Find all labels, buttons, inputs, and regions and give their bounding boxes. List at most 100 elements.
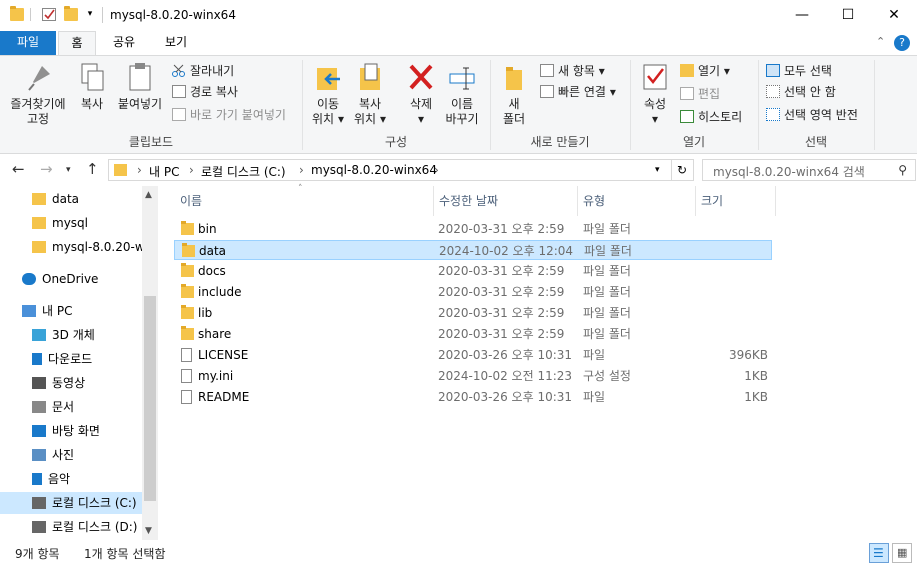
nav-item-label: 3D 개체 — [52, 328, 95, 342]
scroll-down-icon[interactable]: ▼ — [145, 526, 152, 536]
large-icons-view-button[interactable]: ▦ — [892, 543, 912, 563]
open-button[interactable]: 열기 ▾ — [680, 62, 730, 80]
nav-item[interactable]: 3D 개체 — [0, 324, 142, 346]
recent-chevron-icon[interactable]: ▾ — [66, 165, 71, 175]
file-row[interactable]: docs 2020-03-31 오후 2:59 파일 폴더 — [174, 261, 772, 281]
nav-item[interactable]: 사진 — [0, 444, 142, 466]
file-row[interactable]: my.ini 2024-10-02 오전 11:23 구성 설정 1KB — [174, 366, 772, 386]
history-button[interactable]: 히스토리 — [680, 108, 742, 126]
new-item-button[interactable]: 새 항목 ▾ — [540, 62, 605, 80]
invert-selection-button[interactable]: 선택 영역 반전 — [766, 106, 858, 124]
scroll-up-icon[interactable]: ▲ — [145, 190, 152, 200]
new-folder-button[interactable]: 새 폴더 — [496, 62, 532, 127]
nav-scroll-thumb[interactable] — [144, 296, 156, 501]
tab-home[interactable]: 홈 — [58, 31, 96, 56]
nav-item[interactable]: mysql — [0, 212, 142, 234]
maximize-button[interactable]: ☐ — [825, 0, 871, 31]
column-header-name[interactable]: 이름 — [174, 188, 433, 214]
breadcrumb-separator[interactable]: › — [434, 163, 439, 177]
qat-divider — [30, 8, 31, 21]
pin-label-1: 즐겨찾기에 — [10, 97, 66, 111]
nav-item[interactable]: 다운로드 — [0, 348, 142, 370]
file-row[interactable]: README 2020-03-26 오후 10:31 파일 1KB — [174, 387, 772, 407]
nav-item[interactable]: 로컬 디스크 (D:) — [0, 516, 142, 538]
properties-button[interactable]: 속성 ▾ — [636, 62, 674, 127]
tab-share[interactable]: 공유 — [104, 31, 144, 55]
copy-button[interactable]: 복사 — [74, 62, 110, 112]
up-arrow-icon[interactable]: ↑ — [86, 160, 99, 178]
forward-arrow-icon[interactable]: → — [40, 160, 53, 178]
nav-item[interactable]: 바탕 화면 — [0, 420, 142, 442]
paste-shortcut-button[interactable]: 바로 가기 붙여넣기 — [172, 106, 286, 124]
drive-icon — [32, 497, 46, 509]
column-header-type[interactable]: 유형 — [577, 188, 695, 214]
breadcrumb-local-disk[interactable]: 로컬 디스크 (C:) — [201, 163, 286, 180]
search-box[interactable]: mysql-8.0.20-winx64 검색 ⚲ — [702, 159, 916, 181]
new-folder-qat-icon[interactable] — [64, 6, 78, 21]
document-icon — [32, 401, 46, 413]
nav-scrollbar[interactable]: ▲ ▼ — [142, 186, 158, 540]
move-to-button[interactable]: 이동 위치 ▾ — [308, 62, 348, 127]
address-bar[interactable]: › 내 PC › 로컬 디스크 (C:) › mysql-8.0.20-winx… — [108, 159, 694, 181]
select-none-icon — [766, 85, 780, 98]
nav-item[interactable]: data — [0, 188, 142, 210]
help-icon[interactable]: ? — [894, 35, 910, 51]
search-input[interactable]: mysql-8.0.20-winx64 검색 — [713, 163, 865, 180]
breadcrumb-this-pc[interactable]: 내 PC — [149, 163, 179, 180]
file-size: 1KB — [744, 390, 768, 404]
copy-path-button[interactable]: 경로 복사 — [172, 83, 238, 101]
back-arrow-icon[interactable]: ← — [12, 160, 25, 178]
tab-file[interactable]: 파일 — [0, 31, 56, 55]
nav-item[interactable]: 내 PC — [0, 300, 142, 322]
new-folder-label-1: 새 — [508, 97, 520, 111]
nav-item[interactable]: 문서 — [0, 396, 142, 418]
nav-item-label: OneDrive — [42, 272, 99, 286]
copy-to-button[interactable]: 복사 위치 ▾ — [350, 62, 390, 127]
select-none-button[interactable]: 선택 안 함 — [766, 83, 836, 101]
easy-access-button[interactable]: 빠른 연결 ▾ — [540, 83, 616, 101]
move-label-2: 위치 — [312, 112, 335, 126]
minimize-button[interactable]: — — [779, 0, 825, 31]
close-button[interactable]: ✕ — [871, 0, 917, 31]
file-row[interactable]: lib 2020-03-31 오후 2:59 파일 폴더 — [174, 303, 772, 323]
nav-item[interactable]: mysql-8.0.20-w — [0, 236, 142, 258]
ribbon-tabs: 파일 홈 공유 보기 ⌃ ? — [0, 31, 917, 56]
paste-button[interactable]: 붙여넣기 — [114, 62, 166, 112]
file-row[interactable]: share 2020-03-31 오후 2:59 파일 폴더 — [174, 324, 772, 344]
address-history-icon[interactable]: ▾ — [655, 165, 660, 175]
select-all-button[interactable]: 모두 선택 — [766, 62, 832, 80]
pin-quick-access-button[interactable]: 즐겨찾기에 고정 — [6, 62, 70, 127]
column-header-date[interactable]: 수정한 날짜 — [433, 188, 577, 214]
rename-button[interactable]: 이름 바꾸기 — [442, 62, 482, 127]
delete-button[interactable]: 삭제 ▾ — [402, 62, 440, 127]
file-row[interactable]: bin 2020-03-31 오후 2:59 파일 폴더 — [174, 219, 772, 239]
properties-qat-icon[interactable] — [42, 8, 56, 21]
copy-to-label-2: 위치 — [354, 112, 377, 126]
cube-icon — [32, 329, 46, 341]
ribbon-collapse-icon[interactable]: ⌃ — [876, 35, 885, 48]
details-view-button[interactable]: ☰ — [869, 543, 889, 563]
cut-button[interactable]: 잘라내기 — [172, 62, 234, 80]
file-name: share — [198, 327, 232, 341]
chevron-down-icon: ▾ — [723, 64, 730, 78]
column-divider[interactable] — [775, 186, 776, 216]
file-name: LICENSE — [198, 348, 249, 362]
copy-icon — [78, 62, 106, 92]
breadcrumb-current-folder[interactable]: mysql-8.0.20-winx64 — [311, 163, 437, 177]
nav-item[interactable]: OneDrive — [0, 268, 142, 290]
tab-view[interactable]: 보기 — [154, 31, 198, 55]
breadcrumb-separator[interactable]: › — [189, 163, 194, 177]
file-row[interactable]: LICENSE 2020-03-26 오후 10:31 파일 396KB — [174, 345, 772, 365]
column-header-size[interactable]: 크기 — [695, 188, 775, 214]
nav-item[interactable]: 로컬 디스크 (C:) — [0, 492, 142, 514]
breadcrumb-separator[interactable]: › — [299, 163, 304, 177]
file-row[interactable]: include 2020-03-31 오후 2:59 파일 폴더 — [174, 282, 772, 302]
nav-item[interactable]: 음악 — [0, 468, 142, 490]
edit-button[interactable]: 편집 — [680, 85, 720, 103]
refresh-icon[interactable]: ↻ — [677, 163, 687, 177]
breadcrumb-separator[interactable]: › — [137, 163, 142, 177]
folder-icon — [181, 284, 194, 298]
qat-dropdown-icon[interactable]: ▾ — [85, 8, 95, 21]
nav-item[interactable]: 동영상 — [0, 372, 142, 394]
file-row[interactable]: data 2024-10-02 오후 12:04 파일 폴더 — [174, 240, 772, 260]
